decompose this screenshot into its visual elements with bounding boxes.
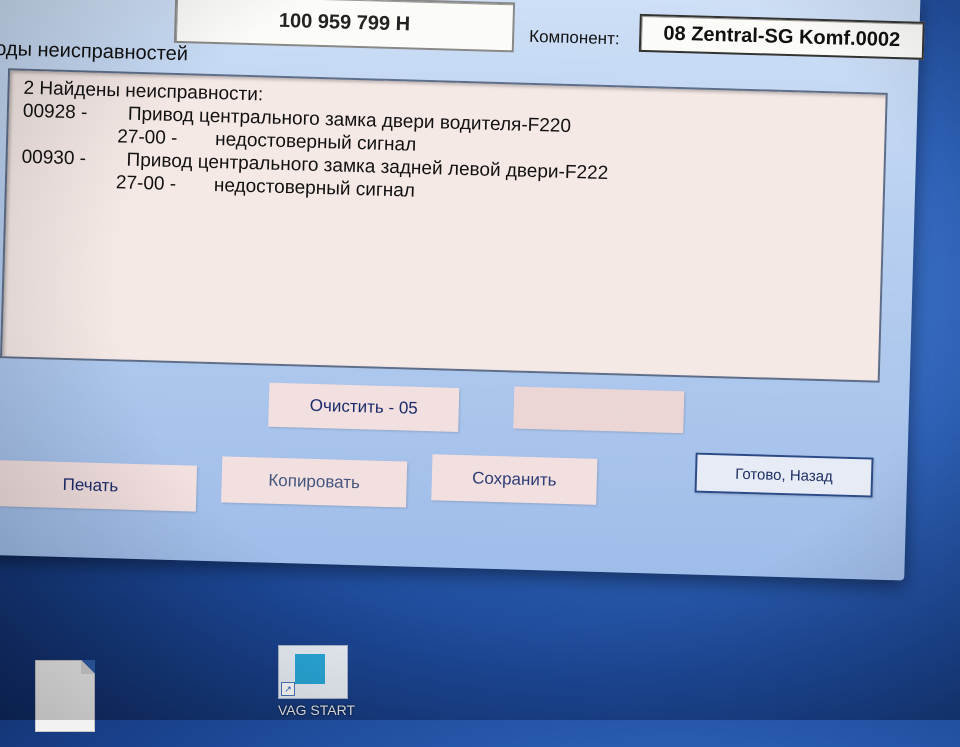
start-shortcut-icon[interactable]: ↗ [278, 645, 348, 699]
diagnostic-window: 100 959 799 H Компонент: 08 Zentral-SG K… [0, 0, 925, 581]
print-button[interactable]: Печать [0, 459, 198, 512]
fault-code: 00928 - [22, 100, 88, 124]
fault-status: недостоверный сигнал [213, 175, 416, 202]
component-label: Компонент: [528, 26, 620, 49]
fault-codes-list[interactable]: 2 Найдены неисправности: 00928 - Привод ц… [0, 68, 888, 383]
part-number-field: 100 959 799 H [173, 0, 516, 53]
fault-code: 00930 - [21, 146, 87, 170]
screen: 100 959 799 H Компонент: 08 Zentral-SG K… [0, 0, 960, 747]
done-back-button[interactable]: Готово, Назад [694, 452, 874, 498]
fault-subcode: 27-00 - [116, 126, 178, 150]
save-button[interactable]: Сохранить [431, 454, 598, 505]
fault-codes-title: Коды неисправностей [0, 37, 189, 66]
shortcut-arrow-icon: ↗ [281, 682, 295, 696]
desktop-icon-label[interactable]: VAG START [278, 702, 368, 718]
app-icon-square [295, 654, 325, 684]
copy-button[interactable]: Копировать [221, 456, 408, 508]
clear-codes-button[interactable]: Очистить - 05 [268, 382, 460, 432]
component-field: 08 Zentral-SG Komf.0002 [638, 13, 925, 60]
file-icon[interactable] [35, 660, 95, 732]
fault-subcode: 27-00 - [115, 172, 177, 195]
freeze-frame-button[interactable]: Стоп-кадр [513, 386, 685, 434]
